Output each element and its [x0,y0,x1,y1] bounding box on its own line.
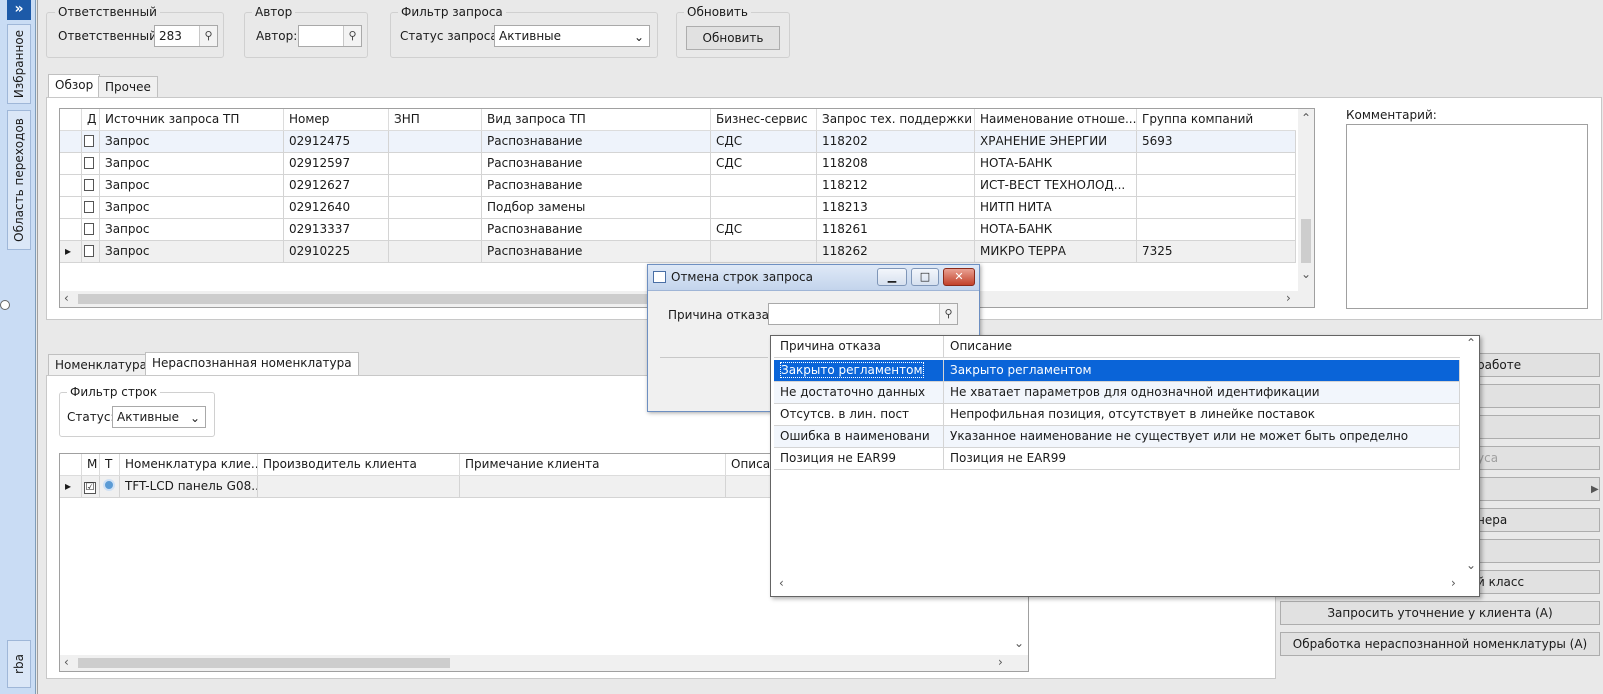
chevron-down-icon: ⌄ [189,411,200,425]
list-item[interactable]: Ошибка в наименовани Указанное наименован… [774,426,1460,448]
author-field[interactable]: ⚲ [298,25,362,47]
document-icon [84,157,94,169]
pick-icon[interactable]: ⚲ [199,26,217,46]
document-icon [84,201,94,213]
row-status-select[interactable]: Активные ⌄ [112,406,206,428]
scroll-down-icon[interactable]: ⌄ [1014,636,1024,650]
close-icon[interactable]: ✕ [943,268,975,286]
table-row[interactable]: Запрос 02912597 Распознавание СДС 118208 НОТА… [60,153,1296,175]
tab-other[interactable]: Прочее [98,76,158,98]
maximize-icon[interactable]: □ [911,268,939,286]
list-item[interactable]: Закрыто регламентом Закрыто регламентом [774,360,1460,382]
favorites-tab[interactable]: Избранное [7,24,31,104]
document-icon [84,245,94,257]
comment-label: Комментарий: [1346,108,1437,122]
dialog-title: Отмена строк запроса [671,270,813,284]
reason-field[interactable]: ⚲ [768,303,958,325]
request-filter-title: Фильтр запроса [398,5,506,19]
scroll-up-icon[interactable]: ⌃ [1301,111,1311,125]
refresh-button[interactable]: Обновить [686,26,780,50]
reason-label: Причина отказа: [668,308,774,322]
refresh-group-title: Обновить [684,5,751,19]
document-icon [84,135,94,147]
list-item[interactable]: Не достаточно данных Не хватает параметро… [774,382,1460,404]
table-row[interactable]: ▸ Запрос 02910225 Распознавание 118262 МИКРО … [60,241,1296,263]
list-item[interactable]: Отсутсв. в лин. пост Непрофильная позиция… [774,404,1460,426]
table-row[interactable]: Запрос 02913337 Распознавание СДС 118261 НОТА… [60,219,1296,241]
tab-overview[interactable]: Обзор [48,74,101,98]
scroll-left-icon[interactable]: ‹ [64,655,69,669]
responsible-field[interactable]: 283 ⚲ [154,25,218,47]
splitter-handle[interactable] [0,300,10,310]
responsible-label: Ответственный: [58,29,161,43]
request-status-select[interactable]: Активные ⌄ [494,25,650,47]
navigation-sidebar: » Избранное Область переходов rba [0,0,36,694]
comment-textarea[interactable] [1346,124,1588,309]
pick-icon[interactable]: ⚲ [939,304,957,324]
popup-header: Причина отказа Описание [774,336,1460,358]
scroll-right-icon[interactable]: › [998,655,1003,669]
navigation-area-tab[interactable]: Область переходов [7,110,31,250]
minimize-icon[interactable]: ▁ [877,268,907,286]
reason-lookup-popup[interactable]: Причина отказа Описание Закрыто регламен… [770,335,1480,597]
scroll-left-icon[interactable]: ‹ [64,291,69,305]
request-status-label: Статус запроса: [400,29,502,43]
dialog-titlebar[interactable]: Отмена строк запроса ▁ □ ✕ [648,265,979,291]
action-button-9[interactable]: Запросить уточнение у клиента (А) [1280,601,1600,625]
author-group-title: Автор [252,5,296,19]
submenu-arrow-icon: ▶ [1591,484,1599,495]
window-icon [653,271,666,283]
scroll-down-icon[interactable]: ⌄ [1301,267,1311,281]
action-button-10[interactable]: Обработка нераспознанной номенклатуры (А… [1280,632,1600,656]
chevron-down-icon: ⌄ [633,30,644,44]
responsible-group-title: Ответственный [55,5,160,19]
divider [660,357,768,358]
nomenclature-hscroll[interactable]: ‹ › [60,655,1028,671]
requests-vscroll[interactable]: ⌃ ⌄ [1298,109,1314,291]
scroll-right-icon[interactable]: › [1286,291,1291,305]
scroll-right-icon[interactable]: › [1451,576,1456,590]
table-row[interactable]: Запрос 02912640 Подбор замены 118213 НИТП НИ… [60,197,1296,219]
expand-sidebar-button[interactable]: » [7,0,31,20]
table-row[interactable]: Запрос 02912627 Распознавание 118212 ИСТ-ВЕС… [60,175,1296,197]
scroll-up-icon[interactable]: ⌃ [1466,336,1476,350]
table-row[interactable]: Запрос 02912475 Распознавание СДС 118202 ХРАН… [60,131,1296,153]
rba-tab[interactable]: rba [7,640,31,688]
row-filter-title: Фильтр строк [67,385,161,399]
author-label: Автор: [256,29,298,43]
checkbox-icon[interactable]: ☑ [84,482,96,494]
document-icon [84,179,94,191]
tab-unrecognized-nomenclature[interactable]: Нераспознанная номенклатура [145,352,359,376]
scroll-left-icon[interactable]: ‹ [779,576,784,590]
status-icon [103,479,115,491]
document-icon [84,223,94,235]
requests-grid-header: Д Источник запроса ТП Номер ЗНП Вид запр… [60,109,1296,131]
row-status-label: Статус: [67,410,115,424]
tab-nomenclature[interactable]: Номенклатура [48,354,154,376]
scroll-down-icon[interactable]: ⌄ [1466,558,1476,572]
pick-icon[interactable]: ⚲ [343,26,361,46]
list-item[interactable]: Позиция не EAR99 Позиция не EAR99 [774,448,1460,470]
